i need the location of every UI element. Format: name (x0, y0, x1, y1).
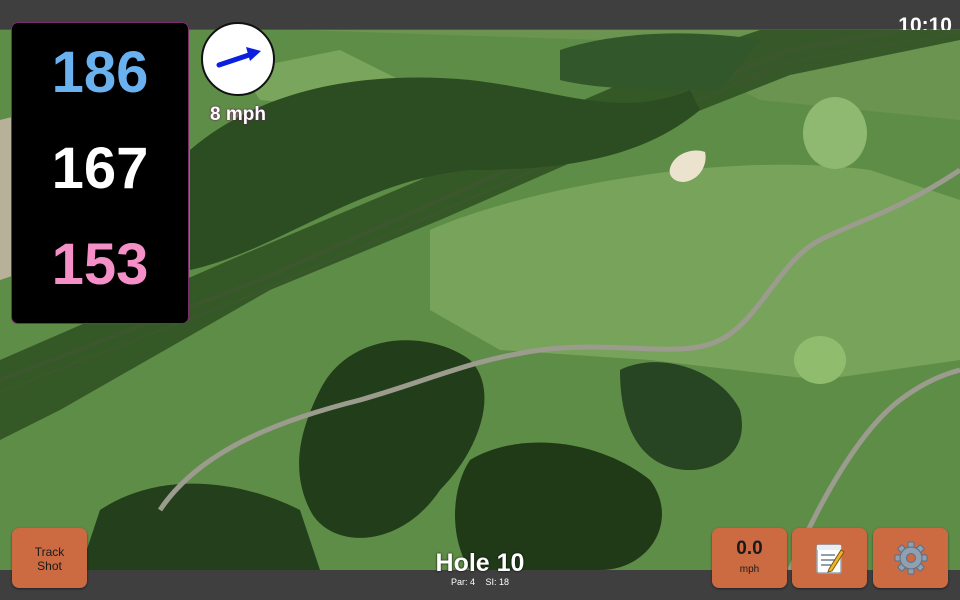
notepad-icon (816, 544, 845, 574)
hole-details: Par: 4 SI: 18 (380, 577, 580, 587)
track-shot-label-line1: Track (34, 545, 65, 559)
distance-panel: 186 167 153 (11, 22, 189, 324)
front-distance: 153 (51, 232, 149, 297)
hole-info: Hole 10 Par: 4 SI: 18 (380, 548, 580, 587)
wind-arrow-icon (216, 47, 261, 68)
track-shot-button[interactable]: Track Shot (12, 528, 87, 588)
hole-stroke-index: SI: 18 (485, 577, 510, 587)
speed-value: 0.0 (736, 538, 763, 559)
hole-title: Hole 10 (435, 549, 525, 577)
wind-speed-label: 8 mph (210, 104, 266, 125)
hole-par: Par: 4 (450, 577, 475, 587)
gear-icon (894, 541, 928, 575)
speed-button[interactable]: 0.0 mph (712, 528, 787, 588)
track-shot-label-line2: Shot (37, 559, 62, 573)
back-distance: 186 (51, 40, 149, 105)
speed-unit: mph (739, 564, 760, 575)
settings-button[interactable] (873, 528, 948, 588)
notes-button[interactable] (792, 528, 867, 588)
middle-distance: 167 (51, 136, 149, 201)
wind-direction-dial (201, 22, 275, 96)
